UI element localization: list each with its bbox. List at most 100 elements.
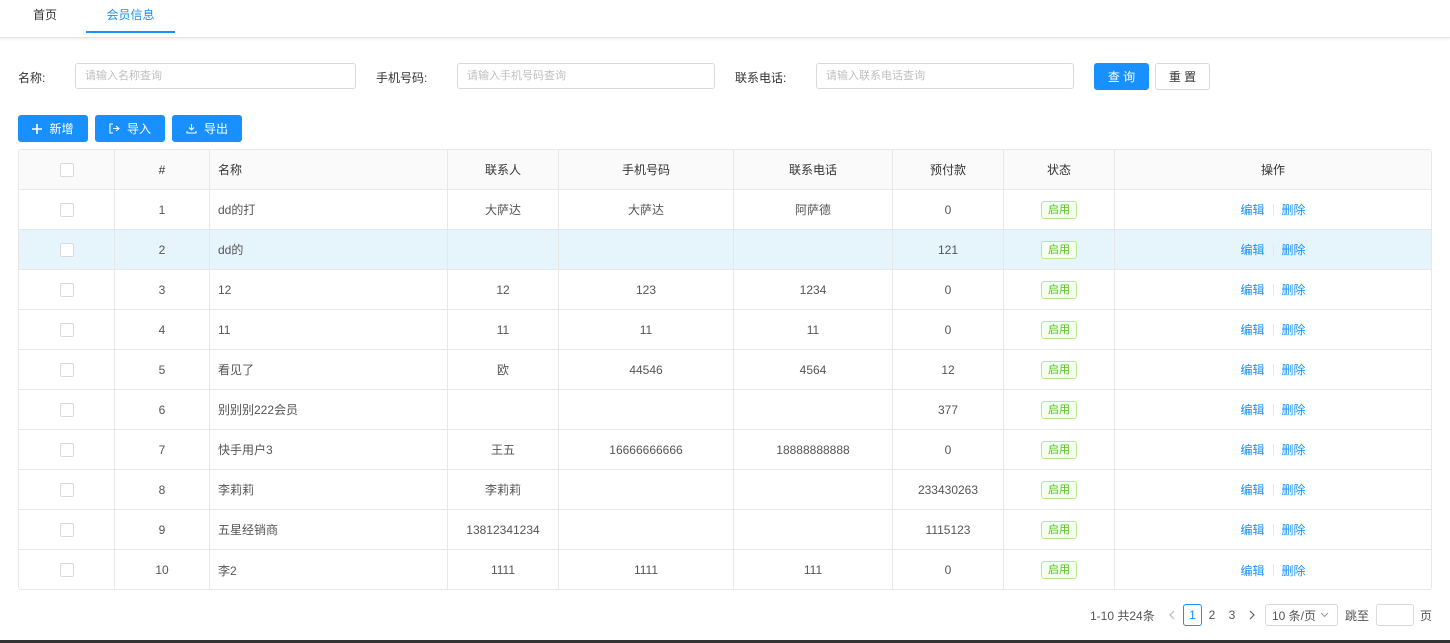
status-badge: 启用 bbox=[1041, 400, 1077, 419]
delete-link[interactable]: 删除 bbox=[1282, 361, 1306, 378]
export-button[interactable]: 导出 bbox=[172, 115, 242, 142]
row-checkbox[interactable] bbox=[59, 242, 74, 257]
edit-link[interactable]: 编辑 bbox=[1240, 361, 1264, 378]
edit-link[interactable]: 编辑 bbox=[1240, 281, 1264, 298]
row-prepay: 0 bbox=[893, 190, 1004, 229]
row-phone: 18888888888 bbox=[734, 430, 893, 469]
row-index: 9 bbox=[115, 510, 210, 549]
row-index: 3 bbox=[115, 270, 210, 309]
tab-home[interactable]: 首页 bbox=[22, 0, 68, 38]
delete-link[interactable]: 删除 bbox=[1282, 201, 1306, 218]
edit-link[interactable]: 编辑 bbox=[1240, 481, 1264, 498]
row-prepay: 0 bbox=[893, 550, 1004, 589]
row-prepay: 377 bbox=[893, 390, 1004, 429]
reset-button-label: 重 置 bbox=[1168, 70, 1197, 84]
delete-link[interactable]: 删除 bbox=[1282, 481, 1306, 498]
table-row[interactable]: 5 看见了欧 44546 4564 12 启用 编辑 删除 bbox=[19, 350, 1431, 390]
page-3[interactable]: 3 bbox=[1224, 604, 1240, 626]
table-row[interactable]: 7 快手用户3 王五 16666666666 18888888888 0 启用 编辑 删除 bbox=[19, 430, 1431, 470]
table-row[interactable]: 6 别别别222会员 377 启用 编辑 删除 bbox=[19, 390, 1431, 430]
row-index: 10 bbox=[115, 550, 210, 589]
row-mobile: 44546 bbox=[559, 350, 734, 389]
row-checkbox[interactable] bbox=[59, 522, 74, 537]
select-all-checkbox[interactable] bbox=[59, 162, 74, 177]
row-index: 2 bbox=[115, 230, 210, 269]
status-badge: 启用 bbox=[1041, 480, 1077, 499]
import-button[interactable]: 导入 bbox=[95, 115, 165, 142]
table-row[interactable]: 1 dd的打 大萨达 大萨达 阿萨德 0 启用 编辑 删除 bbox=[19, 190, 1431, 230]
phone-search-input[interactable] bbox=[816, 63, 1074, 89]
tab-member-info[interactable]: 会员信息 bbox=[86, 0, 175, 38]
row-prepay: 1115123 bbox=[893, 510, 1004, 549]
next-page-icon[interactable] bbox=[1246, 604, 1258, 626]
row-prepay: 0 bbox=[893, 310, 1004, 349]
op-divider bbox=[1272, 243, 1274, 256]
page-1[interactable]: 1 bbox=[1183, 604, 1202, 626]
edit-link[interactable]: 编辑 bbox=[1240, 241, 1264, 258]
jump-page-input[interactable] bbox=[1376, 604, 1414, 626]
edit-link[interactable]: 编辑 bbox=[1240, 321, 1264, 338]
row-name: 李2 bbox=[210, 550, 448, 589]
add-button[interactable]: 新增 bbox=[18, 115, 88, 142]
row-phone: 111 bbox=[734, 550, 893, 589]
row-mobile: 1111 bbox=[559, 550, 734, 589]
edit-link[interactable]: 编辑 bbox=[1240, 401, 1264, 418]
edit-link[interactable]: 编辑 bbox=[1240, 201, 1264, 218]
mobile-search-input[interactable] bbox=[457, 63, 715, 89]
delete-link[interactable]: 删除 bbox=[1282, 281, 1306, 298]
status-badge: 启用 bbox=[1041, 280, 1077, 299]
row-checkbox[interactable] bbox=[59, 442, 74, 457]
row-checkbox[interactable] bbox=[59, 402, 74, 417]
name-search-input[interactable] bbox=[75, 63, 356, 89]
row-contact: 13812341234 bbox=[448, 510, 559, 549]
table-row[interactable]: 3 12 12 123 1234 0 启用 编辑 删除 bbox=[19, 270, 1431, 310]
row-contact: 欧 bbox=[448, 350, 559, 389]
row-checkbox[interactable] bbox=[59, 362, 74, 377]
delete-link[interactable]: 删除 bbox=[1282, 401, 1306, 418]
row-phone: 4564 bbox=[734, 350, 893, 389]
row-contact: 李莉莉 bbox=[448, 470, 559, 509]
row-mobile: 16666666666 bbox=[559, 430, 734, 469]
op-divider bbox=[1272, 564, 1274, 576]
delete-link[interactable]: 删除 bbox=[1282, 441, 1306, 458]
export-button-label: 导出 bbox=[203, 122, 228, 136]
row-index: 5 bbox=[115, 350, 210, 389]
edit-link[interactable]: 编辑 bbox=[1240, 562, 1264, 579]
edit-link[interactable]: 编辑 bbox=[1240, 521, 1264, 538]
row-name: dd的 bbox=[210, 230, 448, 269]
table-body: 1 dd的打 大萨达 大萨达 阿萨德 0 启用 编辑 删除 2 dd的 121 启用 编辑 删除 3 12 12 1… bbox=[19, 190, 1431, 589]
plus-icon bbox=[32, 123, 43, 134]
prev-page-icon[interactable] bbox=[1165, 604, 1177, 626]
row-checkbox[interactable] bbox=[59, 202, 74, 217]
table-row[interactable]: 4 11 11 11 11 0 启用 编辑 删除 bbox=[19, 310, 1431, 350]
row-checkbox[interactable] bbox=[59, 563, 74, 577]
page-2[interactable]: 2 bbox=[1204, 604, 1220, 626]
table-row[interactable]: 8 李莉莉 李莉莉 233430263 启用 编辑 删除 bbox=[19, 470, 1431, 510]
table-row[interactable]: 9 五星经销商 13812341234 1115123 启用 编辑 删除 bbox=[19, 510, 1431, 550]
row-index: 7 bbox=[115, 430, 210, 469]
row-name: 11 bbox=[210, 310, 448, 349]
edit-link[interactable]: 编辑 bbox=[1240, 441, 1264, 458]
row-checkbox[interactable] bbox=[59, 322, 74, 337]
delete-link[interactable]: 删除 bbox=[1282, 562, 1306, 579]
page-size-select[interactable]: 10 条/页 bbox=[1265, 604, 1338, 626]
delete-link[interactable]: 删除 bbox=[1282, 241, 1306, 258]
table-row[interactable]: 10 李2 1111 1111 111 0 启用 编辑 删除 bbox=[19, 550, 1431, 589]
table-row[interactable]: 2 dd的 121 启用 编辑 删除 bbox=[19, 230, 1431, 270]
row-name: 快手用户3 bbox=[210, 430, 448, 469]
import-icon bbox=[109, 123, 120, 134]
row-checkbox[interactable] bbox=[59, 282, 74, 297]
mobile-filter-label: 手机号码: bbox=[376, 71, 428, 85]
delete-link[interactable]: 删除 bbox=[1282, 521, 1306, 538]
page-size-value: 10 条/页 bbox=[1272, 608, 1317, 623]
header-index: # bbox=[115, 150, 210, 189]
table-header: # 名称 联系人 手机号码 联系电话 预付款 状态 操作 bbox=[19, 150, 1431, 190]
row-checkbox[interactable] bbox=[59, 482, 74, 497]
header-phone: 联系电话 bbox=[734, 150, 893, 189]
query-button[interactable]: 查 询 bbox=[1094, 63, 1149, 90]
pagination-total: 1-10 共24条 bbox=[1090, 608, 1155, 623]
delete-link[interactable]: 删除 bbox=[1282, 321, 1306, 338]
reset-button[interactable]: 重 置 bbox=[1155, 63, 1210, 90]
status-badge: 启用 bbox=[1041, 561, 1077, 579]
row-phone: 1234 bbox=[734, 270, 893, 309]
